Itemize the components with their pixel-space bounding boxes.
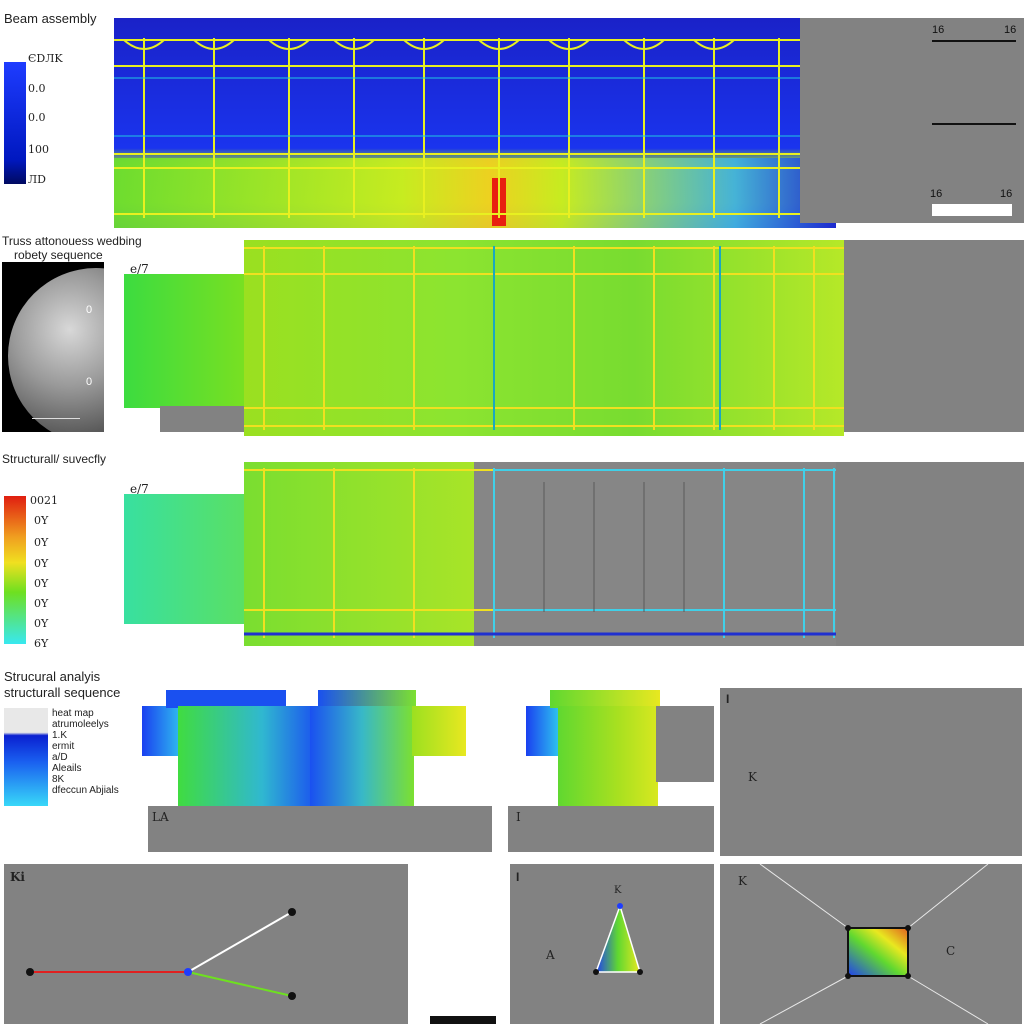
- planet-label-1: 0: [86, 376, 93, 388]
- truss-lines: [244, 246, 844, 430]
- beam-scale-2: 0.0: [28, 111, 46, 124]
- analysis-gray-4: [720, 688, 1022, 856]
- legend-line-1: atrumoleelys: [52, 719, 109, 730]
- analysis-title-line1: Strucural analyis: [4, 669, 101, 684]
- legend-line-4: a/D: [52, 752, 68, 763]
- struct-scale-1: 0Y: [34, 514, 49, 527]
- beam-truss-lines: [114, 38, 836, 218]
- heatmap-block-e: [310, 706, 414, 806]
- struct-scale-2: 0Y: [34, 536, 49, 549]
- truss-structure: [244, 240, 844, 436]
- beam-scale-1: 0.0: [28, 82, 46, 95]
- struct-scale-7: 6Y: [34, 637, 49, 650]
- beam-colorbar: [4, 62, 26, 184]
- analysis-gray-1: [148, 806, 492, 852]
- struct-colorbar: [4, 496, 26, 644]
- struct-scale-4: 0Y: [34, 577, 49, 590]
- analysis-legend-swatch: [4, 708, 48, 806]
- truss-gray-left: [160, 406, 250, 432]
- legend-line-2: 1.K: [52, 730, 68, 741]
- struct-gray-right: [836, 462, 1024, 646]
- heatmap-block-i: [558, 706, 658, 806]
- planet-image: [2, 262, 104, 432]
- beam-dim-3: 16: [1000, 188, 1013, 200]
- heatmap-block-a: [142, 706, 182, 756]
- analysis-mark-0: LA: [152, 810, 169, 824]
- struct-scale-5: 0Y: [34, 597, 49, 610]
- analysis-legend-text: heat map atrumoleelys 1.K ermit a/D Alea…: [52, 708, 119, 796]
- legend-line-6: 8K: [52, 774, 65, 785]
- beam-dim-1: 16: [1004, 24, 1017, 36]
- heatmap-block-c: [178, 706, 318, 806]
- beam-structure: [114, 18, 836, 228]
- legend-line-5: Aleails: [52, 763, 82, 774]
- legend-line-0: heat map: [52, 708, 94, 719]
- bottom-triangle-diagram: [593, 903, 643, 975]
- beam-scale-0: ЄDЛK: [28, 52, 63, 65]
- bottom-black-bar: [430, 1016, 496, 1024]
- struct-green-block: [124, 494, 252, 624]
- truss-green-block: [124, 274, 252, 408]
- beam-title: Beam assembly: [4, 11, 97, 26]
- struct-scale-6: 0Y: [34, 617, 49, 630]
- struct-scale-3: 0Y: [34, 557, 49, 570]
- truss-title-line1: Truss attonouess wedbing: [2, 234, 142, 248]
- analysis-gray-2: [656, 706, 714, 782]
- heatmap-block-g: [526, 706, 562, 756]
- beam-scale-3: 100: [28, 143, 49, 156]
- beam-dim-line-mid: [932, 123, 1016, 125]
- beam-dim-box: [932, 204, 1012, 216]
- struct-title: Structurall/ suvecfly: [2, 452, 107, 466]
- heatmap-block-f: [412, 706, 466, 756]
- analysis-mark-3: K: [748, 770, 757, 784]
- beam-gray-panel: [800, 18, 1024, 223]
- analysis-mark-1: I: [516, 810, 521, 824]
- struct-structure: [244, 462, 854, 646]
- legend-line-3: ermit: [52, 741, 75, 752]
- truss-title-line2: robety sequence: [14, 248, 103, 262]
- analysis-gray-3: [508, 806, 714, 852]
- bottom-square-diagram: [759, 863, 989, 1024]
- legend-line-7: dfeccun Abjials: [52, 785, 119, 796]
- beam-scale-4: ЛD: [28, 173, 46, 186]
- analysis-title-line2: structurall sequence: [4, 685, 121, 700]
- planet-label-0: 0: [86, 304, 93, 316]
- truss-gray-right: [844, 240, 1024, 432]
- bottom-linkage-diagram: [26, 908, 296, 1000]
- beam-dim-2: 16: [930, 188, 943, 200]
- beam-dim-line-top: [932, 40, 1016, 42]
- analysis-mark-2: I: [726, 692, 730, 706]
- beam-dim-0: 16: [932, 24, 945, 36]
- struct-lines: [244, 468, 854, 638]
- struct-scale-0: 0021: [30, 494, 58, 507]
